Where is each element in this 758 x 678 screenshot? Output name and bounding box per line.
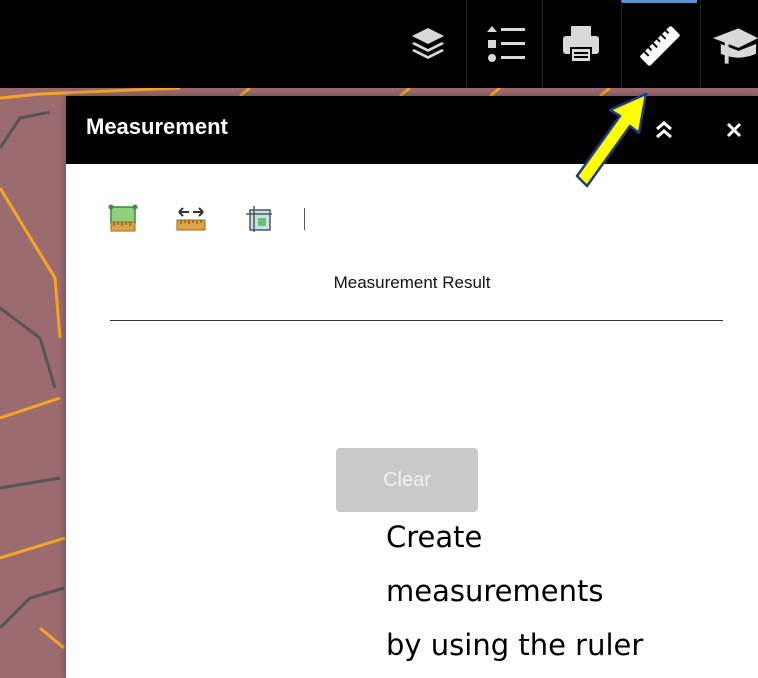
about-button[interactable]	[700, 0, 758, 88]
print-icon	[563, 26, 599, 63]
measurement-button[interactable]	[621, 0, 697, 88]
layers-button[interactable]	[390, 0, 466, 88]
ruler-icon	[639, 25, 680, 66]
area-measure-icon	[108, 204, 138, 232]
annotation-line: by using the ruler	[386, 628, 644, 662]
distance-tool-button[interactable]	[174, 202, 208, 236]
area-tool-button[interactable]	[106, 202, 140, 236]
yellow-arrow-annotation	[575, 92, 648, 188]
print-button[interactable]	[542, 0, 619, 88]
clear-button[interactable]: Clear	[336, 448, 478, 512]
annotation-line: Create	[386, 520, 483, 554]
panel-title: Measurement	[86, 114, 228, 139]
close-button[interactable]	[716, 112, 752, 148]
legend-button[interactable]	[466, 0, 543, 88]
distance-measure-icon	[176, 207, 206, 231]
ruler-annotation: Create measurements by using the ruler	[386, 510, 756, 672]
result-divider	[110, 320, 723, 321]
annotation-line: measurements	[386, 574, 604, 608]
toolbar-divider	[304, 208, 305, 230]
measurement-result-label: Measurement Result	[333, 273, 491, 292]
top-toolbar	[0, 0, 758, 88]
location-tool-button[interactable]	[242, 202, 276, 236]
close-icon	[726, 122, 742, 138]
layers-icon	[412, 28, 444, 59]
location-measure-icon	[246, 206, 272, 232]
legend-list-icon	[487, 26, 525, 62]
graduation-cap-icon	[712, 28, 758, 64]
